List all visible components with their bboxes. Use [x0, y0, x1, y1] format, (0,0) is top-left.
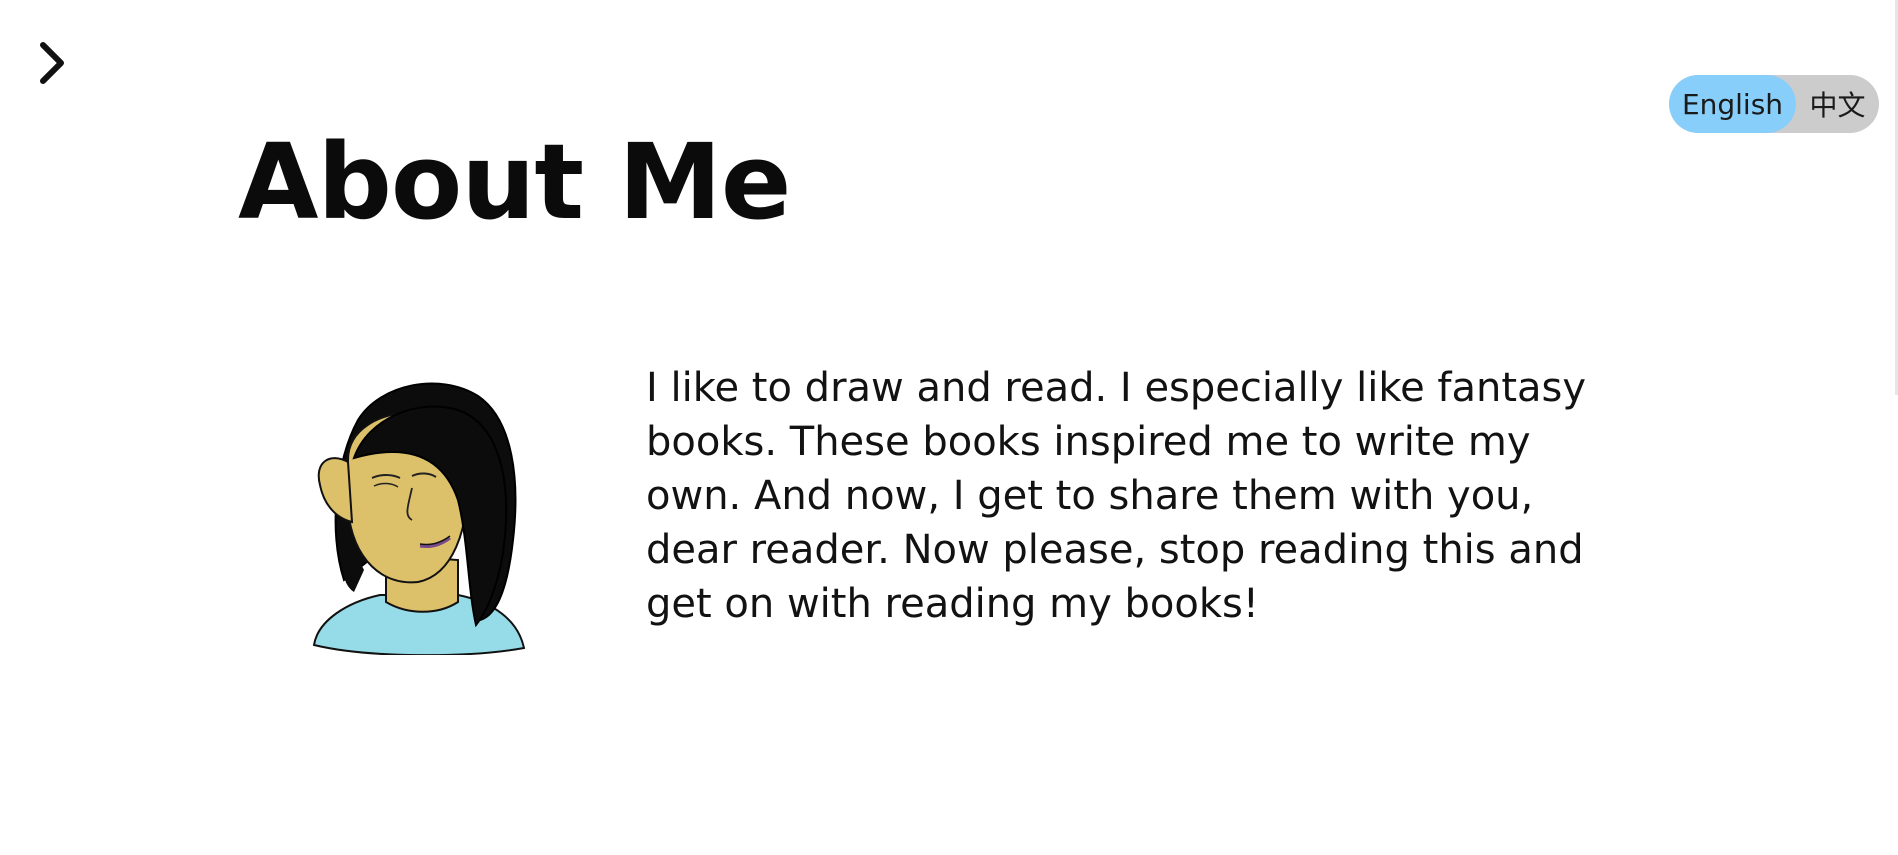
author-portrait-drawing — [312, 382, 526, 655]
bio-text: I like to draw and read. I especially li… — [646, 365, 1587, 627]
chevron-right-icon — [40, 42, 64, 84]
page-title: About Me — [238, 121, 791, 243]
language-option-english[interactable]: English — [1669, 75, 1796, 133]
menu-toggle-button[interactable] — [34, 38, 70, 88]
page: English 中文 About Me I like to draw and r… — [0, 0, 1898, 855]
language-toggle[interactable]: English 中文 — [1669, 75, 1879, 133]
language-option-chinese[interactable]: 中文 — [1796, 75, 1879, 133]
